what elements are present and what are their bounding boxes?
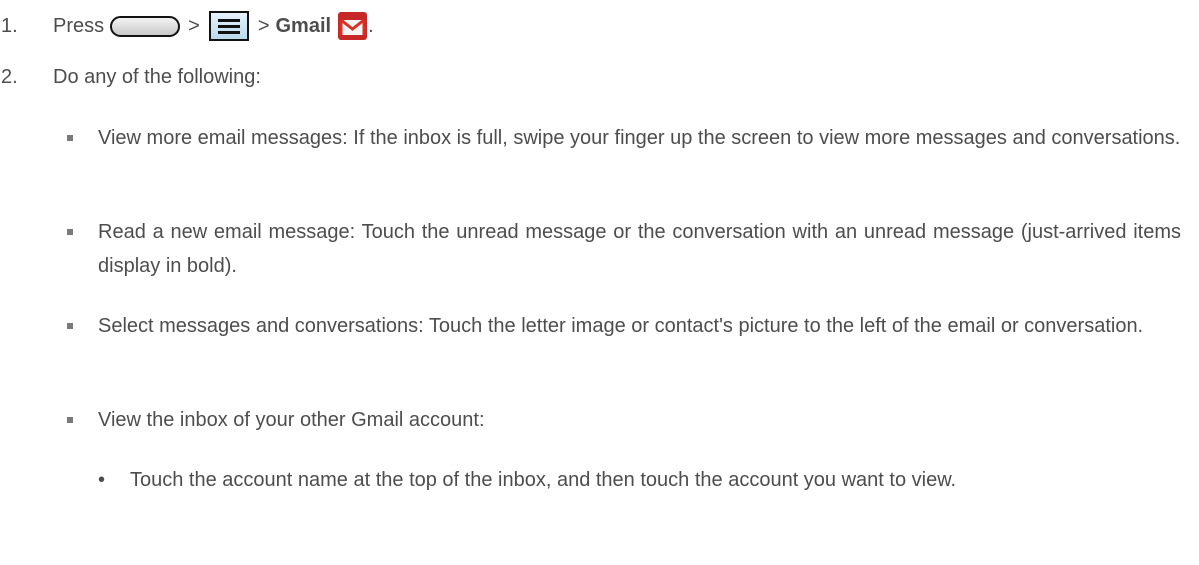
separator: > [188, 14, 200, 37]
bullet-text: View more email messages: If the inbox i… [98, 127, 1181, 149]
bullet-text: Read a new email message: Touch the unre… [98, 221, 1181, 277]
step-2: 2. Do any of the following: [0, 62, 261, 92]
round-bullet-icon: • [98, 469, 106, 491]
menu-key-icon [208, 11, 249, 41]
home-key-icon [110, 15, 181, 37]
gmail-icon [338, 12, 368, 40]
bullet-text: View the inbox of your other Gmail accou… [98, 409, 485, 431]
step-text: Do any of the following: [53, 65, 261, 88]
square-bullet-icon [67, 417, 73, 423]
separator: > [257, 14, 270, 37]
step-number: 2. [1, 65, 18, 88]
step-number: 1. [1, 14, 18, 37]
step-1: 1. Press > > Gmail . [0, 6, 374, 46]
square-bullet-icon [67, 229, 73, 235]
bullet-text: Select messages and conversations: Touch… [98, 315, 1144, 337]
sub-bullet-text: Touch the account name at the top of the… [130, 469, 957, 491]
gmail-label: Gmail [275, 14, 332, 37]
square-bullet-icon [67, 323, 73, 329]
period: . [368, 14, 374, 37]
press-label: Press [53, 14, 105, 37]
square-bullet-icon [67, 135, 73, 141]
